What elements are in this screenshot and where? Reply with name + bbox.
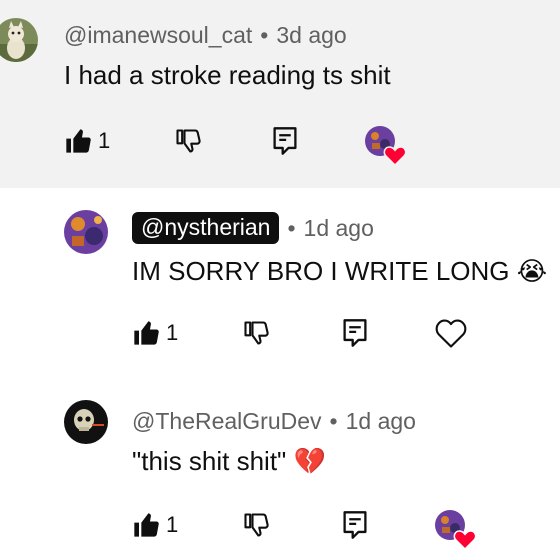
creator-heart-icon bbox=[435, 510, 476, 551]
thumbs-up-icon bbox=[66, 129, 91, 153]
like-button[interactable]: 1 bbox=[64, 121, 110, 161]
heart-button[interactable] bbox=[434, 313, 468, 353]
reply-icon bbox=[343, 511, 367, 539]
dislike-button[interactable] bbox=[242, 313, 270, 353]
thumbs-down-icon bbox=[244, 513, 269, 537]
thumbs-down-icon bbox=[244, 321, 269, 345]
heart-outline-icon bbox=[435, 319, 467, 348]
comment-item-3: @TheRealGruDev • 1d ago "this shit shit"… bbox=[0, 372, 560, 560]
comment-actions: 1 bbox=[64, 121, 484, 167]
creator-heart-icon bbox=[365, 126, 406, 167]
creator-handle-chip[interactable]: @nystherian bbox=[132, 212, 280, 244]
dislike-button[interactable] bbox=[174, 121, 202, 161]
dislike-button[interactable] bbox=[242, 505, 270, 545]
like-button[interactable]: 1 bbox=[132, 505, 178, 545]
purple-art-avatar-icon bbox=[64, 210, 108, 254]
meta-separator: • bbox=[287, 214, 296, 241]
like-button[interactable]: 1 bbox=[132, 313, 178, 353]
commenter-avatar[interactable] bbox=[64, 210, 108, 254]
comment-meta: @nystherian • 1d ago bbox=[132, 212, 374, 244]
broken-heart-emoji: 💔 bbox=[293, 446, 326, 476]
comment-text: IM SORRY BRO I WRITE LONG 😭 bbox=[132, 256, 548, 286]
thumbs-up-icon bbox=[134, 513, 159, 537]
meta-separator: • bbox=[260, 22, 269, 48]
like-count: 1 bbox=[166, 320, 179, 345]
reply-icon bbox=[273, 127, 297, 155]
like-count: 1 bbox=[166, 512, 179, 537]
comment-author[interactable]: @TheRealGruDev bbox=[132, 408, 322, 435]
comment-item-1: @imanewsoul_cat • 3d ago I had a stroke … bbox=[0, 0, 560, 188]
comment-time[interactable]: 1d ago bbox=[304, 215, 374, 242]
comment-author[interactable]: @imanewsoul_cat bbox=[64, 22, 252, 49]
comment-text: "this shit shit" 💔 bbox=[132, 446, 326, 476]
comment-time[interactable]: 1d ago bbox=[346, 408, 416, 435]
thumbs-up-icon bbox=[134, 321, 159, 345]
reply-icon bbox=[343, 319, 367, 347]
comment-item-2: @nystherian • 1d ago IM SORRY BRO I WRIT… bbox=[0, 188, 560, 372]
comment-text: I had a stroke reading ts shit bbox=[64, 60, 391, 90]
reply-button[interactable] bbox=[272, 121, 298, 161]
crying-emoji: 😭 bbox=[516, 256, 548, 286]
cat-avatar-icon bbox=[0, 18, 38, 62]
skeleton-avatar-icon bbox=[64, 400, 108, 444]
comment-actions: 1 bbox=[132, 313, 552, 353]
reply-button[interactable] bbox=[342, 313, 368, 353]
comment-meta: @imanewsoul_cat • 3d ago bbox=[64, 22, 347, 49]
commenter-avatar[interactable] bbox=[0, 18, 38, 62]
reply-button[interactable] bbox=[342, 505, 368, 545]
comment-meta: @TheRealGruDev • 1d ago bbox=[132, 408, 416, 435]
commenter-avatar[interactable] bbox=[64, 400, 108, 444]
meta-separator: • bbox=[329, 408, 338, 434]
thumbs-down-icon bbox=[176, 129, 201, 153]
comment-time[interactable]: 3d ago bbox=[276, 22, 346, 49]
comment-actions: 1 bbox=[132, 505, 552, 551]
like-count: 1 bbox=[98, 128, 111, 153]
